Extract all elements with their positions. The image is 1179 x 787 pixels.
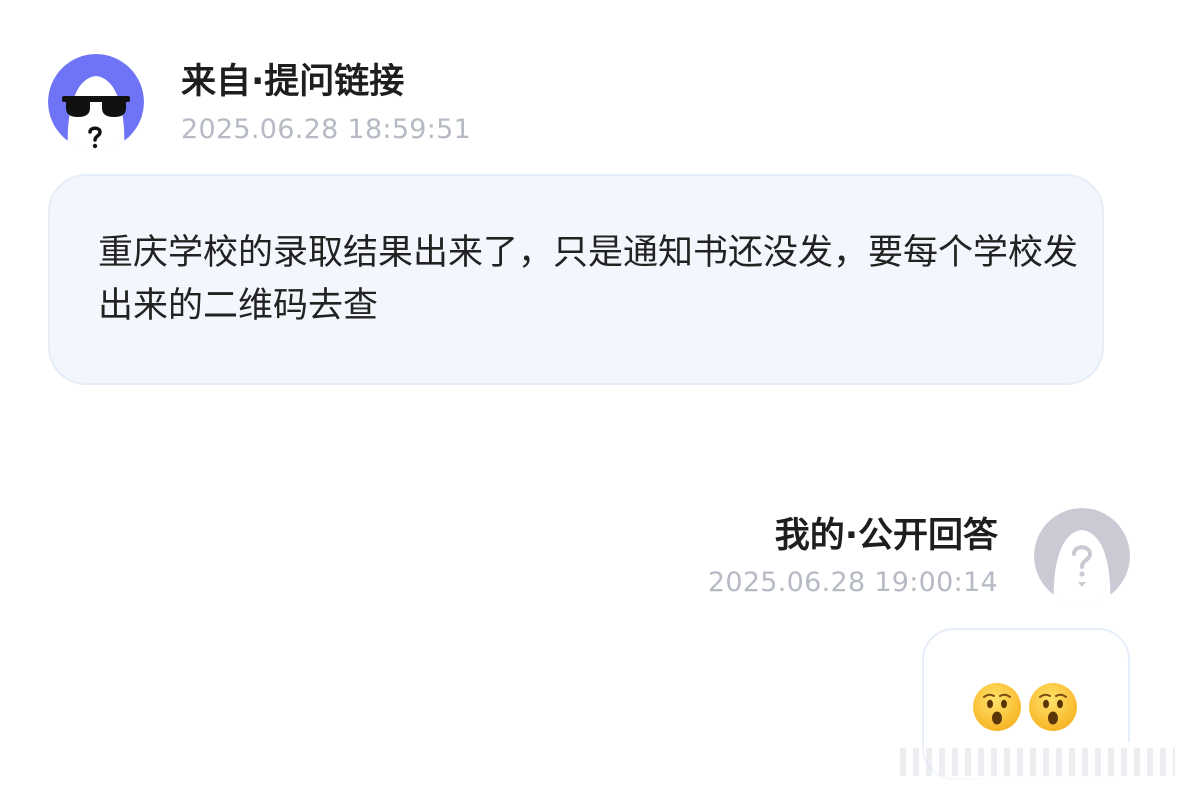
astonished-face-icon	[1029, 683, 1077, 731]
answer-timestamp: 2025.06.28 19:00:14	[707, 567, 998, 598]
answer-sender-label: 我的·公开回答	[774, 516, 998, 556]
watermark-pattern	[900, 748, 1175, 776]
chat-page: 来自·提问链接 2025.06.28 18:59:51 重庆学校的录取结果出来了…	[0, 0, 1179, 787]
question-mark-face-icon	[1034, 508, 1130, 604]
asker-avatar[interactable]	[48, 54, 144, 150]
answer-emoji-row	[972, 682, 1078, 732]
sunglasses-face-icon	[48, 54, 144, 150]
question-text: 重庆学校的录取结果出来了，只是通知书还没发，要每个学校发出来的二维码去查	[98, 233, 1079, 326]
astonished-face-icon	[973, 683, 1021, 731]
question-sender-label: 来自·提问链接	[181, 62, 405, 102]
question-timestamp: 2025.06.28 18:59:51	[181, 114, 472, 145]
question-bubble[interactable]: 重庆学校的录取结果出来了，只是通知书还没发，要每个学校发出来的二维码去查	[48, 174, 1104, 385]
answer-avatar[interactable]	[1034, 508, 1130, 604]
